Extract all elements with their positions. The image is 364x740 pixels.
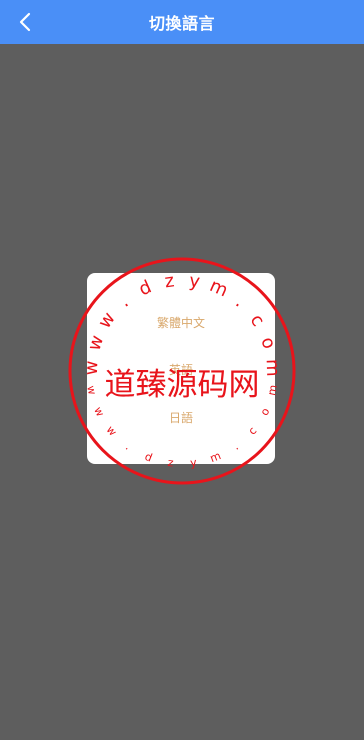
page-title: 切換語言 bbox=[148, 14, 215, 33]
language-picker-dialog: 繁體中文 英語 日語 bbox=[87, 273, 275, 464]
language-option-english[interactable]: 英語 bbox=[87, 361, 275, 378]
chevron-left-icon bbox=[19, 12, 31, 32]
top-navbar: 切換語言 bbox=[0, 0, 364, 44]
back-button[interactable] bbox=[10, 7, 40, 37]
language-option-traditional-chinese[interactable]: 繁體中文 bbox=[87, 314, 275, 331]
language-option-japanese[interactable]: 日語 bbox=[87, 409, 275, 426]
